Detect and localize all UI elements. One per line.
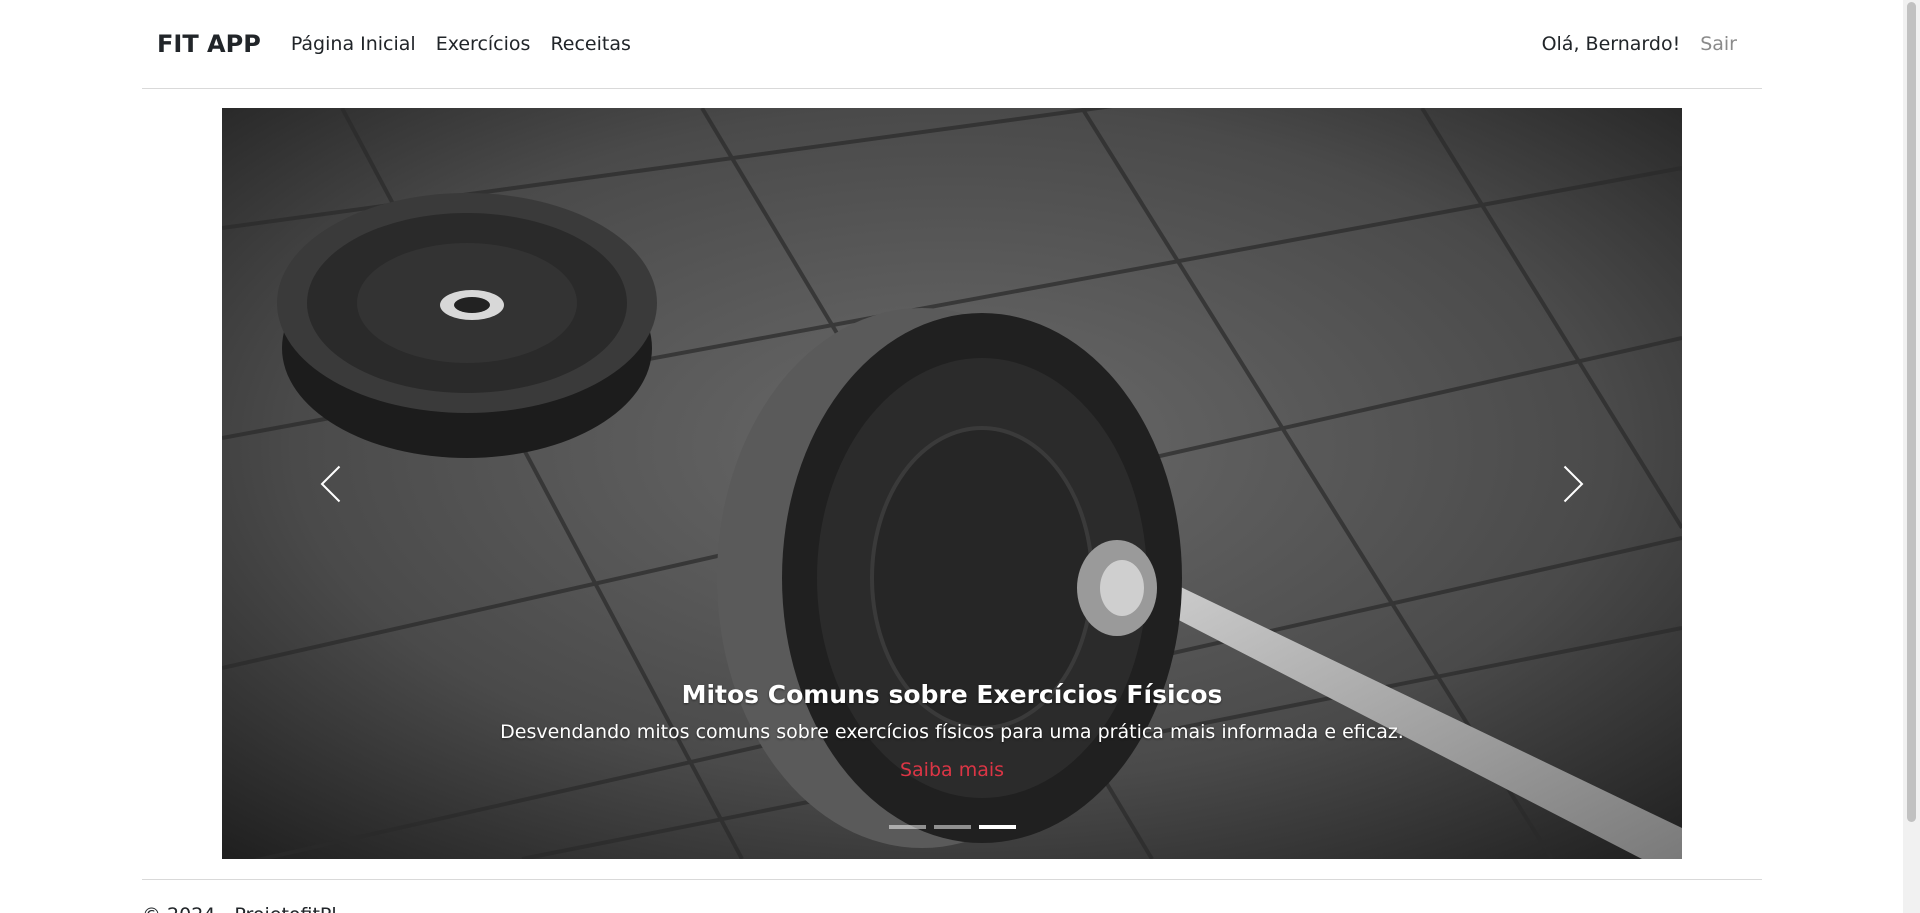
saiba-mais-link[interactable]: Saiba mais [900,759,1004,781]
navbar: FIT APP Página Inicial Exercícios Receit… [142,0,1762,89]
nav-links: Página Inicial Exercícios Receitas [291,33,631,55]
footer: © 2024 - ProjetofitPl... [142,879,1762,913]
caption-text: Desvendando mitos comuns sobre exercício… [500,721,1404,743]
carousel-indicator-2[interactable] [933,825,971,829]
chevron-right-icon [1563,465,1584,502]
page-scrollbar[interactable] [1903,0,1920,913]
nav-link-recipes[interactable]: Receitas [550,33,630,55]
caption-title: Mitos Comuns sobre Exercícios Físicos [681,680,1223,709]
page: FIT APP Página Inicial Exercícios Receit… [0,0,1920,913]
user-greeting: Olá, Bernardo! [1541,33,1681,55]
carousel-indicator-1[interactable] [888,825,926,829]
scrollbar-thumb[interactable] [1907,2,1916,822]
nav-user-area: Olá, Bernardo! Sair [1542,33,1737,55]
carousel-caption: Mitos Comuns sobre Exercícios Físicos De… [222,680,1682,781]
logout-link[interactable]: Sair [1700,33,1737,55]
nav-link-home[interactable]: Página Inicial [291,33,416,55]
hero-carousel: Mitos Comuns sobre Exercícios Físicos De… [222,108,1682,859]
carousel-indicator-3[interactable] [978,825,1016,829]
carousel-indicators [222,825,1682,829]
chevron-left-icon [320,465,341,502]
brand-logo[interactable]: FIT APP [157,30,261,58]
footer-copyright: © 2024 - ProjetofitPl... [142,904,355,913]
nav-link-exercises[interactable]: Exercícios [436,33,531,55]
